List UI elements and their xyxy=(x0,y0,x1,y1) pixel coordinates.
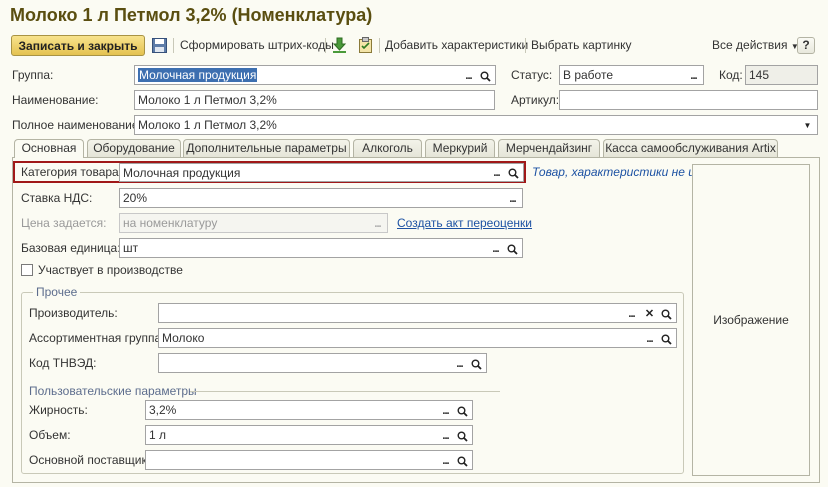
unit-label: Базовая единица: xyxy=(21,241,121,255)
help-button[interactable]: ? xyxy=(797,37,815,54)
tnved-label: Код ТНВЭД: xyxy=(29,356,97,370)
save-and-close-button[interactable]: Записать и закрыть xyxy=(11,35,145,56)
manufacturer-select-button[interactable]: ... xyxy=(623,305,640,322)
fat-select-button[interactable]: ... xyxy=(437,402,454,419)
choose-picture-button[interactable]: Выбрать картинку xyxy=(531,37,631,54)
code-label: Код: xyxy=(719,68,743,82)
code-value: 145 xyxy=(749,68,770,82)
window-title: Молоко 1 л Петмол 3,2% (Номенклатура) xyxy=(10,5,373,25)
vat-label: Ставка НДС: xyxy=(21,191,93,205)
search-icon[interactable] xyxy=(658,305,675,322)
price-label: Цена задается: xyxy=(21,216,107,230)
all-actions-menu[interactable]: Все действия ▼ xyxy=(712,37,799,54)
custom-params-title: Пользовательские параметры xyxy=(29,384,197,398)
category-select-button[interactable]: ... xyxy=(488,164,505,181)
assortment-label: Ассортиментная группа: xyxy=(29,331,165,345)
name-label: Наименование: xyxy=(12,93,99,107)
assortment-field[interactable]: Молоко ... xyxy=(158,328,677,348)
group-label: Группа: xyxy=(12,68,54,82)
production-label: Участвует в производстве xyxy=(38,263,183,277)
group-value: Молочная продукция xyxy=(138,68,258,82)
price-value: на номенклатуру xyxy=(123,216,218,230)
save-icon[interactable] xyxy=(151,37,169,54)
search-icon[interactable] xyxy=(504,240,521,257)
search-icon[interactable] xyxy=(505,164,522,181)
search-icon[interactable] xyxy=(658,330,675,347)
status-label: Статус: xyxy=(511,68,553,82)
category-field[interactable]: Молочная продукция ... xyxy=(119,163,524,182)
group-field[interactable]: Молочная продукция ... xyxy=(134,65,496,85)
search-icon[interactable] xyxy=(454,402,471,419)
fat-label: Жирность: xyxy=(29,403,88,417)
production-checkbox[interactable] xyxy=(21,264,33,276)
fat-value: 3,2% xyxy=(149,403,177,417)
category-value: Молочная продукция xyxy=(123,166,241,180)
image-panel[interactable]: Изображение xyxy=(692,164,810,476)
volume-value: 1 л xyxy=(149,428,167,442)
vat-select-button[interactable]: ... xyxy=(504,190,521,207)
unit-value: шт xyxy=(123,241,139,255)
active-tab-joint xyxy=(15,156,83,158)
custom-params-divider xyxy=(190,391,500,392)
search-icon[interactable] xyxy=(477,67,494,84)
name-value: Молоко 1 л Петмол 3,2% xyxy=(138,93,277,107)
assortment-value: Молоко xyxy=(162,331,205,345)
status-select-button[interactable]: ... xyxy=(685,67,702,84)
supplier-field[interactable]: ... xyxy=(145,450,473,470)
add-characteristics-button[interactable]: Добавить характеристики xyxy=(385,37,528,54)
tab-merchandising[interactable]: Мерчендайзинг xyxy=(498,139,600,157)
group-select-button[interactable]: ... xyxy=(460,67,477,84)
generate-barcodes-button[interactable]: Сформировать штрих-коды xyxy=(180,37,334,54)
download-icon[interactable] xyxy=(331,37,348,54)
fullname-label: Полное наименование: xyxy=(12,118,142,132)
tab-mercury[interactable]: Меркурий xyxy=(425,139,495,157)
unit-select-button[interactable]: ... xyxy=(487,240,504,257)
manufacturer-label: Производитель: xyxy=(29,306,118,320)
toolbar-separator xyxy=(325,38,326,53)
search-icon[interactable] xyxy=(468,355,485,372)
clipboard-icon[interactable] xyxy=(357,36,374,54)
fullname-value: Молоко 1 л Петмол 3,2% xyxy=(138,118,277,132)
vat-value: 20% xyxy=(123,191,148,205)
price-select-button: ... xyxy=(369,215,386,232)
tnved-select-button[interactable]: ... xyxy=(451,355,468,372)
manufacturer-field[interactable]: ... ✕ xyxy=(158,303,677,323)
fullname-field[interactable]: Молоко 1 л Петмол 3,2% ▼ xyxy=(134,115,818,135)
fullname-dropdown-icon[interactable]: ▼ xyxy=(799,117,816,134)
tnved-field[interactable]: ... xyxy=(158,353,487,373)
status-value: В работе xyxy=(563,68,614,82)
supplier-select-button[interactable]: ... xyxy=(437,452,454,469)
name-field[interactable]: Молоко 1 л Петмол 3,2% xyxy=(134,90,495,110)
tab-equipment[interactable]: Оборудование xyxy=(87,139,181,157)
unit-field[interactable]: шт ... xyxy=(119,238,523,258)
assortment-select-button[interactable]: ... xyxy=(641,330,658,347)
volume-select-button[interactable]: ... xyxy=(437,427,454,444)
image-label: Изображение xyxy=(713,313,789,327)
status-field[interactable]: В работе ... xyxy=(559,65,704,85)
other-group-title: Прочее xyxy=(33,285,81,299)
search-icon[interactable] xyxy=(454,452,471,469)
vat-field[interactable]: 20% ... xyxy=(119,188,523,208)
category-info-link[interactable]: Товар, характеристики не и... xyxy=(532,163,705,181)
article-label: Артикул: xyxy=(511,93,560,107)
all-actions-label: Все действия xyxy=(712,38,788,52)
toolbar-separator xyxy=(525,38,526,53)
create-revaluation-link[interactable]: Создать акт переоценки xyxy=(397,214,532,232)
tab-artix-self-service[interactable]: Касса самообслуживания Artix xyxy=(603,139,778,157)
volume-field[interactable]: 1 л ... xyxy=(145,425,473,445)
supplier-label: Основной поставщик: xyxy=(29,453,151,467)
search-icon[interactable] xyxy=(454,427,471,444)
clear-icon[interactable]: ✕ xyxy=(641,305,658,322)
article-field[interactable] xyxy=(559,90,818,110)
volume-label: Объем: xyxy=(29,428,71,442)
toolbar-separator xyxy=(173,38,174,53)
tab-alcohol[interactable]: Алкоголь xyxy=(353,139,422,157)
price-field: на номенклатуру ... xyxy=(119,213,388,233)
fat-field[interactable]: 3,2% ... xyxy=(145,400,473,420)
category-label: Категория товара: xyxy=(21,165,123,179)
toolbar-separator xyxy=(379,38,380,53)
tab-additional-params[interactable]: Дополнительные параметры xyxy=(183,139,350,157)
code-field[interactable]: 145 xyxy=(745,65,818,85)
